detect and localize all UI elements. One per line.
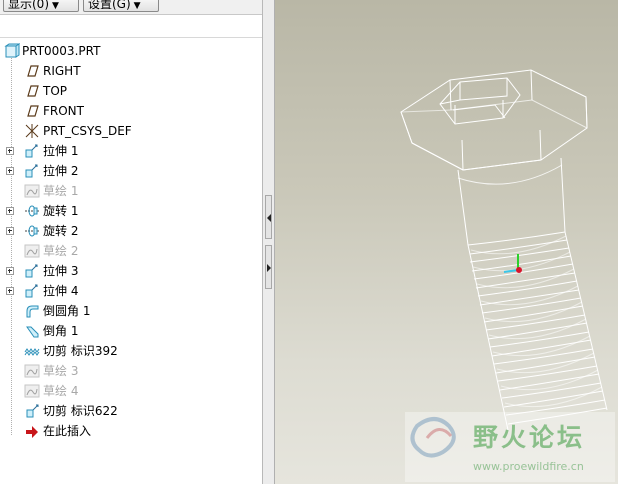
tree-item-sketch-1[interactable]: 草绘 1 xyxy=(0,181,262,201)
tree-item-csys[interactable]: PRT_CSYS_DEF xyxy=(0,121,262,141)
model-tree-toolbar: 显示(0) ▼ 设置(G) ▼ xyxy=(0,0,262,15)
cut-icon xyxy=(26,404,39,418)
datum-plane-icon xyxy=(27,65,39,77)
tree-item-extrude-3[interactable]: 拉伸 3 xyxy=(0,261,262,281)
watermark-title: 野火论坛 xyxy=(473,423,586,452)
insert-here-arrow-icon xyxy=(26,426,38,438)
tree-item-label: TOP xyxy=(43,84,68,98)
tree-item-label: 草绘 2 xyxy=(43,244,79,258)
expand-toggle[interactable] xyxy=(6,227,14,235)
forum-watermark: 野火论坛 www.proewildfire.cn xyxy=(405,412,615,482)
settings-menu-label: 设置(G) xyxy=(88,0,131,11)
tree-item-label: 草绘 3 xyxy=(43,364,79,378)
tree-item-sketch-2[interactable]: 草绘 2 xyxy=(0,241,262,261)
tree-item-extrude-1[interactable]: 拉伸 1 xyxy=(0,141,262,161)
tree-item-label: 旋转 1 xyxy=(43,204,79,218)
tree-item-label: 拉伸 4 xyxy=(43,284,79,298)
tree-item-label: RIGHT xyxy=(43,64,81,78)
expand-toggle[interactable] xyxy=(6,267,14,275)
tree-item-label: 拉伸 1 xyxy=(43,144,79,158)
tree-item-round-1[interactable]: 倒圆角 1 xyxy=(0,301,262,321)
tree-item-label: 拉伸 3 xyxy=(43,264,79,278)
expand-toggle[interactable] xyxy=(6,167,14,175)
tree-item-label: 倒角 1 xyxy=(43,324,79,338)
extrude-icon xyxy=(25,144,38,158)
expand-toggle[interactable] xyxy=(6,207,14,215)
sketch-icon xyxy=(24,384,40,398)
triangle-right-icon xyxy=(267,264,271,272)
model-tree-panel: 显示(0) ▼ 设置(G) ▼ PRT0003.PRT RIGHT TOP FRON… xyxy=(0,0,262,484)
expand-toggle[interactable] xyxy=(6,147,14,155)
divider xyxy=(0,37,262,38)
settings-menu-button[interactable]: 设置(G) ▼ xyxy=(83,0,159,12)
tree-item-cut-392[interactable]: 切剪 标识392 xyxy=(0,341,262,361)
tree-item-label: 在此插入 xyxy=(43,424,92,438)
show-menu-button[interactable]: 显示(0) ▼ xyxy=(3,0,79,12)
round-icon xyxy=(26,305,39,318)
part-icon xyxy=(4,43,20,58)
tree-item-label: 草绘 4 xyxy=(43,384,79,398)
chamfer-icon xyxy=(26,326,39,338)
tree-item-label: 切剪 标识392 xyxy=(43,344,118,358)
datum-plane-icon xyxy=(27,105,39,117)
tree-item-label: 倒圆角 1 xyxy=(43,304,91,318)
tree-item-label: 拉伸 2 xyxy=(43,164,79,178)
tree-item-label: 草绘 1 xyxy=(43,184,79,198)
show-menu-label: 显示(0) xyxy=(8,0,49,11)
tree-item-insert-here[interactable]: 在此插入 xyxy=(0,421,262,441)
tree-item-revolve-1[interactable]: 旋转 1 xyxy=(0,201,262,221)
tree-item-label: PRT0003.PRT xyxy=(22,44,101,58)
tree-item-extrude-4[interactable]: 拉伸 4 xyxy=(0,281,262,301)
panel-splitter[interactable] xyxy=(263,0,275,484)
datum-plane-icon xyxy=(27,85,39,97)
sketch-icon xyxy=(24,184,40,198)
sketch-icon xyxy=(24,364,40,378)
tree-item-label: 切剪 标识622 xyxy=(43,404,118,418)
watermark-url: www.proewildfire.cn xyxy=(473,460,584,473)
tree-item-front[interactable]: FRONT xyxy=(0,101,262,121)
tree-item-label: PRT_CSYS_DEF xyxy=(43,124,132,138)
sketch-icon xyxy=(24,244,40,258)
coordinate-system-icon xyxy=(25,124,39,138)
revolve-icon xyxy=(25,205,39,217)
tree-item-cut-622[interactable]: 切剪 标识622 xyxy=(0,401,262,421)
tree-item-label: FRONT xyxy=(43,104,84,118)
chevron-down-icon: ▼ xyxy=(133,1,141,11)
tree-item-sketch-4[interactable]: 草绘 4 xyxy=(0,381,262,401)
tree-item-chamfer-1[interactable]: 倒角 1 xyxy=(0,321,262,341)
triangle-left-icon xyxy=(267,214,271,222)
tree-item-label: 旋转 2 xyxy=(43,224,79,238)
tree-item-top[interactable]: TOP xyxy=(0,81,262,101)
expand-panel-button[interactable] xyxy=(265,245,272,289)
extrude-icon xyxy=(25,164,38,178)
tree-item-extrude-2[interactable]: 拉伸 2 xyxy=(0,161,262,181)
revolve-icon xyxy=(25,225,39,237)
tree-item-right[interactable]: RIGHT xyxy=(0,61,262,81)
expand-toggle[interactable] xyxy=(6,287,14,295)
extrude-icon xyxy=(25,264,38,278)
tree-item-revolve-2[interactable]: 旋转 2 xyxy=(0,221,262,241)
tree-item-sketch-3[interactable]: 草绘 3 xyxy=(0,361,262,381)
cut-icon xyxy=(24,348,40,356)
chevron-down-icon: ▼ xyxy=(52,1,59,11)
tree-item-root-part[interactable]: PRT0003.PRT xyxy=(0,41,262,61)
extrude-icon xyxy=(25,284,38,298)
collapse-panel-button[interactable] xyxy=(265,195,272,239)
